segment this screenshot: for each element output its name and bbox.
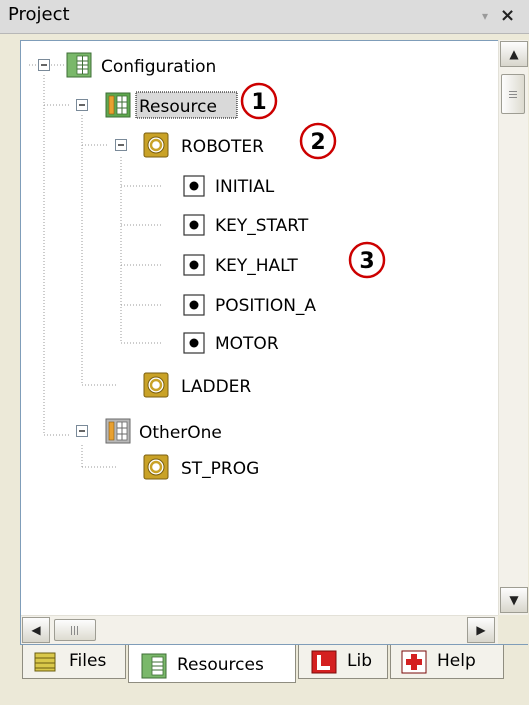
horizontal-scrollbar[interactable]: ◀ ▶ <box>21 615 498 644</box>
callout-1-label: 1 <box>251 90 266 115</box>
help-icon <box>401 650 427 674</box>
scroll-left-button[interactable]: ◀ <box>22 617 50 643</box>
callout-2-label: 2 <box>310 130 325 155</box>
scroll-up-button[interactable]: ▲ <box>500 41 528 67</box>
tab-help[interactable]: Help <box>390 645 504 679</box>
panel-titlebar: Project ▾ × <box>0 0 529 34</box>
tab-resources-label: Resources <box>177 655 264 675</box>
callout-3: 3 <box>348 241 386 279</box>
panel-tabs: Files Resources Lib Help <box>0 645 529 705</box>
variable-icon <box>183 214 205 236</box>
callout-2: 2 <box>299 122 337 160</box>
program-icon <box>143 132 169 158</box>
variable-icon <box>183 254 205 276</box>
collapse-icon[interactable] <box>115 139 127 151</box>
program-icon <box>143 372 169 398</box>
tab-files[interactable]: Files <box>22 645 126 679</box>
tree-node-st-prog[interactable]: ST_PROG <box>181 459 259 479</box>
collapse-icon[interactable] <box>76 425 88 437</box>
tree-view: Configuration Resource ROBOTER INITIAL K… <box>29 52 386 480</box>
tab-lib-label: Lib <box>347 651 372 671</box>
tab-lib[interactable]: Lib <box>298 645 388 679</box>
tab-help-label: Help <box>437 651 476 671</box>
scroll-down-button[interactable]: ▼ <box>500 587 528 613</box>
tab-files-label: Files <box>69 651 107 671</box>
project-tree[interactable]: Configuration Resource ROBOTER INITIAL K… <box>20 40 528 645</box>
variable-icon <box>183 175 205 197</box>
tree-node-variable[interactable]: INITIAL <box>215 177 275 197</box>
callout-3-label: 3 <box>359 249 374 274</box>
scroll-right-button[interactable]: ▶ <box>467 617 495 643</box>
lib-icon <box>311 650 337 674</box>
project-panel: Project ▾ × Configuration Resource ROBOT… <box>0 0 529 705</box>
tree-node-roboter[interactable]: ROBOTER <box>181 137 264 157</box>
collapse-icon[interactable] <box>38 59 50 71</box>
panel-title: Project <box>8 4 70 25</box>
vertical-scrollbar[interactable]: ▲ ▼ <box>498 40 528 615</box>
tree-node-otherone[interactable]: OtherOne <box>139 423 222 443</box>
callout-1: 1 <box>240 82 278 120</box>
files-icon <box>34 652 56 672</box>
tree-node-variable[interactable]: KEY_HALT <box>215 256 298 276</box>
tree-node-configuration[interactable]: Configuration <box>101 57 216 77</box>
tree-node-ladder[interactable]: LADDER <box>181 377 251 397</box>
resource-icon <box>105 92 131 118</box>
configuration-icon <box>66 52 92 78</box>
tree-connector-lines <box>29 64 161 468</box>
tab-resources[interactable]: Resources <box>128 645 296 683</box>
scrollbar-corner <box>498 615 528 644</box>
tree-node-resource[interactable]: Resource <box>139 97 217 117</box>
horizontal-scroll-thumb[interactable] <box>54 619 96 641</box>
program-icon <box>143 454 169 480</box>
tree-node-variable[interactable]: KEY_START <box>215 216 309 236</box>
vertical-scroll-thumb[interactable] <box>501 74 525 114</box>
close-icon[interactable]: × <box>500 5 515 26</box>
tree-node-variable[interactable]: MOTOR <box>215 334 279 354</box>
pin-dropdown-icon[interactable]: ▾ <box>482 9 488 23</box>
resources-icon <box>141 653 167 679</box>
collapse-icon[interactable] <box>76 99 88 111</box>
variable-icon <box>183 294 205 316</box>
resource-inactive-icon <box>105 418 131 444</box>
variable-icon <box>183 332 205 354</box>
tree-node-variable[interactable]: POSITION_A <box>215 296 316 316</box>
